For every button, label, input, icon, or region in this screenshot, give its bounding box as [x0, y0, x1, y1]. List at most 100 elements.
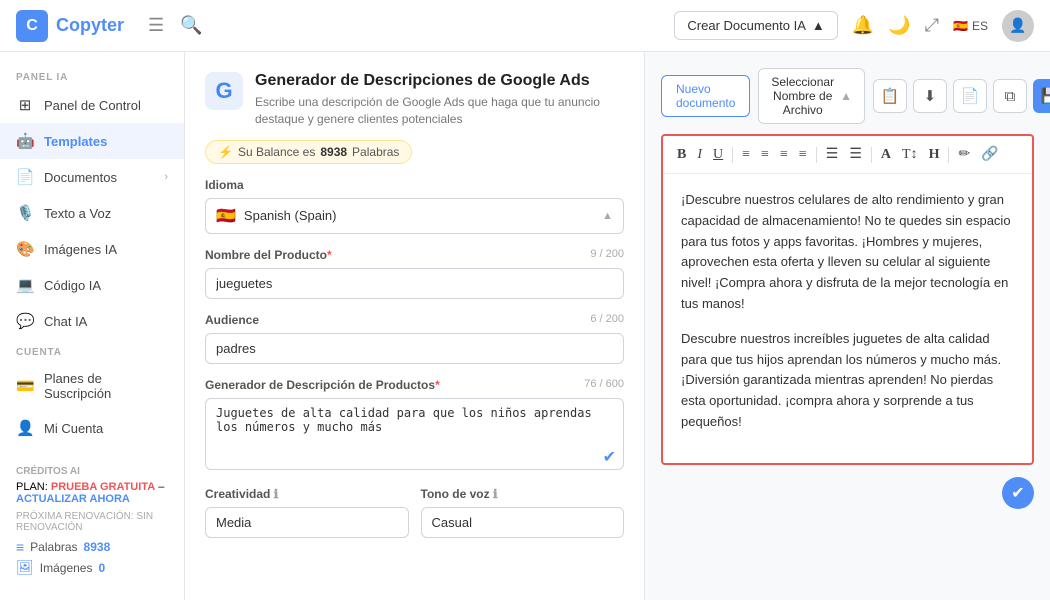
- main-layout: PANEL IA ⊞ Panel de Control 🤖 Templates …: [0, 52, 1050, 600]
- desc-textarea[interactable]: Juguetes de alta calidad para que los ni…: [205, 398, 624, 470]
- palabras-count: 8938: [84, 540, 111, 554]
- bell-icon[interactable]: 🔔: [852, 15, 874, 36]
- code-icon: 💻: [16, 276, 34, 294]
- user-avatar[interactable]: 👤: [1002, 10, 1034, 42]
- expand-icon[interactable]: ⤢: [925, 15, 939, 36]
- imagenes-count: 0: [98, 561, 105, 575]
- mic-icon: 🎙️: [16, 204, 34, 222]
- editor-toolbar-bar: Nuevo documento Seleccionar Nombre de Ar…: [661, 68, 1034, 124]
- creatividad-info-icon[interactable]: ℹ: [274, 487, 279, 501]
- navbar-left-icons: ☰ 🔍: [148, 15, 203, 36]
- plan-label-text: PLAN:: [16, 481, 48, 493]
- heading-size-button[interactable]: T↕: [898, 145, 922, 165]
- sidebar-item-templates[interactable]: 🤖 Templates: [0, 123, 184, 159]
- align-center-button[interactable]: ≡: [757, 145, 773, 165]
- copy-button[interactable]: 📋: [873, 79, 907, 113]
- arrow-right-icon: ›: [164, 171, 168, 183]
- creatividad-group: Creatividad ℹ: [205, 487, 409, 538]
- desc-req: *: [435, 378, 440, 392]
- tono-input[interactable]: [421, 507, 625, 538]
- justify-button[interactable]: ≡: [795, 145, 811, 165]
- download-button[interactable]: ⬇: [913, 79, 947, 113]
- paragraph-2: Descubre nuestros increíbles juguetes de…: [681, 329, 1014, 433]
- sidebar-item-chat-ia[interactable]: 💬 Chat IA: [0, 303, 184, 339]
- tab-nuevo-documento[interactable]: Nuevo documento: [661, 75, 750, 117]
- language-select[interactable]: 🇪🇸 Spanish (Spain) ▲: [205, 198, 624, 234]
- producto-group: Nombre del Producto* 9 / 200: [205, 248, 624, 299]
- navbar-right: Crear Documento IA ▲ 🔔 🌙 ⤢ 🇪🇸 ES 👤: [674, 10, 1034, 42]
- sidebar-label-mi-cuenta: Mi Cuenta: [44, 421, 103, 436]
- content-area: G Generador de Descripciones de Google A…: [185, 52, 1050, 600]
- ai-icon: 🤖: [16, 132, 34, 150]
- tono-info-icon[interactable]: ℹ: [493, 487, 498, 501]
- sidebar-label-planes: Planes de Suscripción: [44, 371, 168, 401]
- creatividad-input[interactable]: [205, 507, 409, 538]
- editor-action-buttons: 📋 ⬇ 📄 ⧉ 💾: [873, 79, 1050, 113]
- desc-group: Generador de Descripción de Productos* 7…: [205, 378, 624, 473]
- align-right-button[interactable]: ≡: [776, 145, 792, 165]
- logo-name: Copyter: [56, 15, 124, 36]
- hamburger-icon[interactable]: ☰: [148, 15, 164, 36]
- bolt-icon: ⚡: [218, 145, 233, 159]
- moon-icon[interactable]: 🌙: [888, 15, 910, 36]
- plan-links: PLAN: PRUEBA GRATUITA – ACTUALIZAR AHORA: [16, 481, 168, 505]
- crear-doc-button[interactable]: Crear Documento IA ▲: [674, 11, 837, 40]
- unordered-list-button[interactable]: ☰: [845, 144, 866, 165]
- duplicate-button[interactable]: ⧉: [993, 79, 1027, 113]
- chevron-up-icon: ▲: [602, 210, 613, 222]
- select-filename-button[interactable]: Seleccionar Nombre de Archivo ▲: [758, 68, 865, 124]
- font-size-button[interactable]: A: [877, 145, 895, 165]
- language-flag[interactable]: 🇪🇸 ES: [953, 19, 988, 33]
- prueba-gratuita-link[interactable]: PRUEBA GRATUITA: [51, 481, 155, 493]
- sidebar-item-codigo-ia[interactable]: 💻 Código IA: [0, 267, 184, 303]
- desc-textarea-wrap: Juguetes de alta calidad para que los ni…: [205, 398, 624, 473]
- creditos-label: CRÉDITOS AI: [16, 466, 168, 477]
- share-button[interactable]: 📄: [953, 79, 987, 113]
- image-icon: 🎨: [16, 240, 34, 258]
- lang-name: Spanish (Spain): [244, 208, 602, 223]
- form-panel: G Generador de Descripciones de Google A…: [185, 52, 645, 600]
- chevron-up-icon: ▲: [812, 18, 825, 33]
- generator-title: Generador de Descripciones de Google Ads: [255, 72, 624, 90]
- sidebar-label-imagenes-ia: Imágenes IA: [44, 242, 117, 257]
- audience-label: Audience 6 / 200: [205, 313, 624, 327]
- sidebar-item-texto-voz[interactable]: 🎙️ Texto a Voz: [0, 195, 184, 231]
- sidebar-item-imagenes-ia[interactable]: 🎨 Imágenes IA: [0, 231, 184, 267]
- toolbar-divider-2: [816, 147, 817, 163]
- heading-button[interactable]: H: [925, 145, 944, 165]
- sidebar-item-documentos[interactable]: 📄 Documentos ›: [0, 159, 184, 195]
- sidebar-item-planes[interactable]: 💳 Planes de Suscripción: [0, 362, 184, 410]
- ordered-list-button[interactable]: ☰: [822, 144, 843, 165]
- toolbar-divider-3: [871, 147, 872, 163]
- words-icon: ≡: [16, 539, 24, 555]
- sidebar-item-mi-cuenta[interactable]: 👤 Mi Cuenta: [0, 410, 184, 446]
- desc-char-count: 76 / 600: [584, 378, 624, 390]
- underline-button[interactable]: U: [709, 145, 727, 165]
- images-icon: 🖼: [16, 559, 34, 576]
- tono-group: Tono de voz ℹ: [421, 487, 625, 538]
- balance-unit: Palabras: [352, 145, 399, 159]
- align-left-button[interactable]: ≡: [738, 145, 754, 165]
- producto-char-count: 9 / 200: [590, 248, 624, 260]
- producto-input[interactable]: [205, 268, 624, 299]
- rich-content[interactable]: ¡Descubre nuestros celulares de alto ren…: [663, 174, 1032, 463]
- actualizar-ahora-link[interactable]: ACTUALIZAR AHORA: [16, 493, 130, 505]
- link-button[interactable]: 🔗: [977, 144, 1002, 165]
- italic-button[interactable]: I: [693, 145, 706, 165]
- save-button[interactable]: 💾: [1033, 79, 1050, 113]
- sidebar-item-panel-control[interactable]: ⊞ Panel de Control: [0, 87, 184, 123]
- audience-input[interactable]: [205, 333, 624, 364]
- chat-icon: 💬: [16, 312, 34, 330]
- sidebar-label-chat-ia: Chat IA: [44, 314, 87, 329]
- bold-button[interactable]: B: [673, 145, 690, 165]
- rich-editor: B I U ≡ ≡ ≡ ≡ ☰ ☰ A T↕ H ✏: [661, 134, 1034, 465]
- toolbar-divider-4: [948, 147, 949, 163]
- lang-code: ES: [972, 19, 988, 33]
- paint-button[interactable]: ✏: [954, 144, 974, 165]
- search-icon[interactable]: 🔍: [180, 15, 202, 36]
- floating-check-button[interactable]: ✔: [1002, 477, 1034, 509]
- app-logo[interactable]: C Copyter: [16, 10, 124, 42]
- flag-icon: 🇪🇸: [953, 19, 968, 33]
- imagenes-label: Imágenes: [40, 561, 93, 575]
- panel-ia-label: PANEL IA: [0, 64, 184, 87]
